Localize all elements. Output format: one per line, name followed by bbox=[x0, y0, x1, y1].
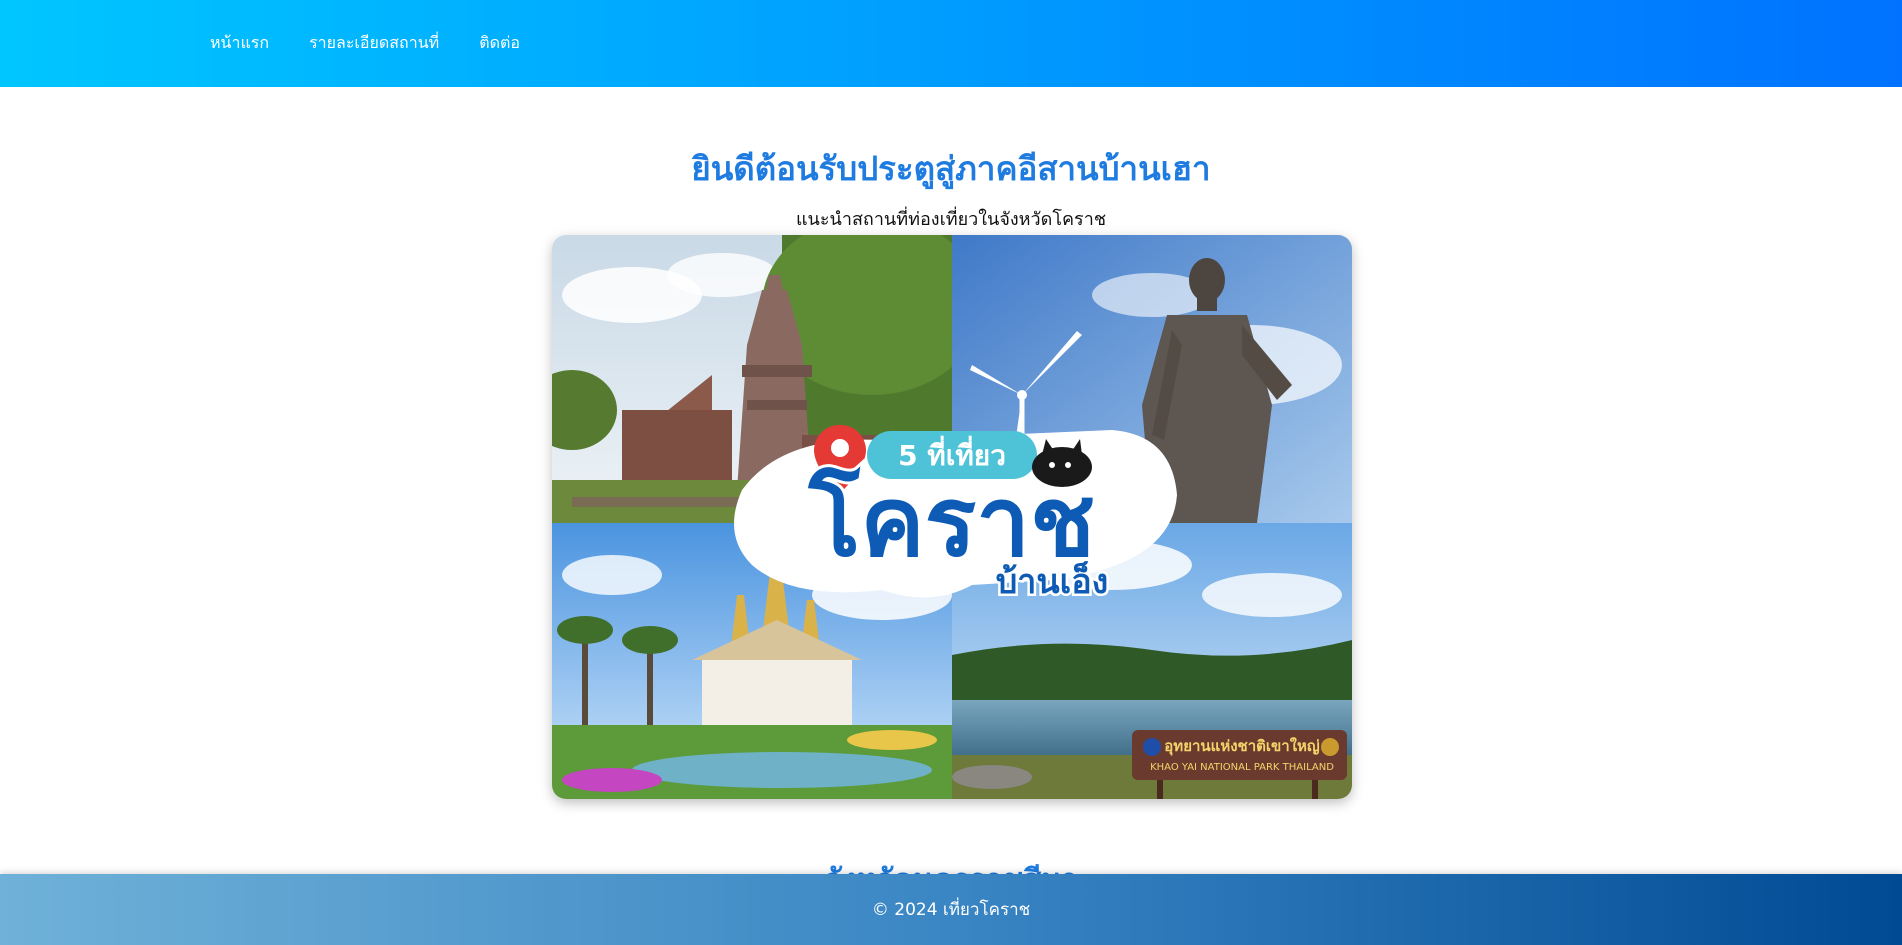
main-content: ยินดีต้อนรับประตูสู่ภาคอีสานบ้านเฮา แนะน… bbox=[0, 87, 1902, 874]
korat-collage-image: อุทยานแห่งชาติเขาใหญ่ KHAO YAI NATIONAL … bbox=[552, 235, 1352, 799]
ban-eng-text: บ้านเอ็ง bbox=[996, 560, 1109, 602]
nav-link-details[interactable]: รายละเอียดสถานที่ bbox=[309, 31, 439, 56]
khao-yai-sign-thai-text: อุทยานแห่งชาติเขาใหญ่ bbox=[1164, 737, 1320, 756]
collage-artwork: อุทยานแห่งชาติเขาใหญ่ KHAO YAI NATIONAL … bbox=[552, 235, 1352, 799]
nav-link-home[interactable]: หน้าแรก bbox=[210, 31, 269, 56]
footer-copyright: © 2024 เที่ยวโคราช bbox=[871, 900, 1031, 920]
hero-title: ยินดีต้อนรับประตูสู่ภาคอีสานบ้านเฮา bbox=[691, 149, 1211, 188]
page-footer: © 2024 เที่ยวโคราช bbox=[0, 874, 1902, 945]
top-navbar: หน้าแรก รายละเอียดสถานที่ ติดต่อ bbox=[0, 0, 1902, 87]
section-title: จังหวัดนครราชสีมา bbox=[0, 857, 1902, 874]
hero-subtitle: แนะนำสถานที่ท่องเที่ยวในจังหวัดโคราช bbox=[795, 209, 1107, 230]
khao-yai-sign-english-text: KHAO YAI NATIONAL PARK THAILAND bbox=[1150, 762, 1334, 773]
nav-link-contact[interactable]: ติดต่อ bbox=[479, 31, 520, 56]
